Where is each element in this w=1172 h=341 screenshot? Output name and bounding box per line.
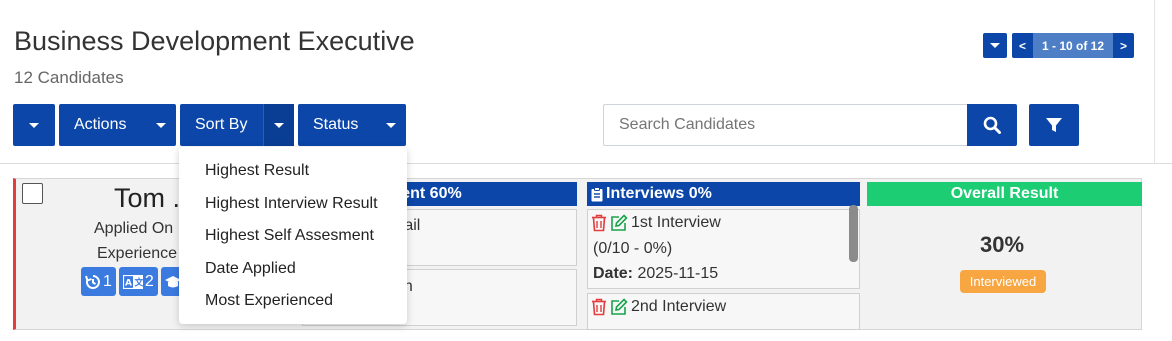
search-input[interactable] bbox=[603, 104, 967, 146]
overall-result-percent: 30% bbox=[980, 232, 1025, 257]
svg-text:A: A bbox=[125, 278, 132, 288]
language-badge[interactable]: A 文 2 bbox=[118, 267, 158, 296]
filter-button[interactable] bbox=[1029, 104, 1079, 146]
next-page-button[interactable]: > bbox=[1113, 33, 1134, 58]
interview-date-label: Date: bbox=[593, 265, 634, 282]
interviews-scrollbar[interactable] bbox=[849, 205, 858, 262]
caret-down-icon bbox=[990, 43, 1000, 48]
page-range-label: 1 - 10 of 12 bbox=[1033, 33, 1113, 58]
experience-label: Experience bbox=[97, 245, 178, 262]
interview-item: 1st Interview (0/10 - 0%) Date: 2025-11-… bbox=[587, 209, 860, 289]
history-icon bbox=[85, 274, 100, 289]
edit-icon[interactable] bbox=[610, 214, 628, 232]
sort-option-highest-self-assessment[interactable]: Highest Self Assesment bbox=[205, 227, 374, 245]
interview-score: (0/10 - 0%) bbox=[593, 240, 673, 257]
interviews-header: Interviews 0% bbox=[587, 182, 860, 206]
prev-page-button[interactable]: < bbox=[1012, 33, 1033, 58]
applied-on-label: Applied On : bbox=[94, 220, 183, 237]
scrollbar-track bbox=[1154, 0, 1155, 164]
status-badge: Interviewed bbox=[960, 270, 1046, 293]
toolbar: Actions Sort By Status bbox=[13, 104, 406, 146]
search-button[interactable] bbox=[967, 104, 1017, 146]
interview-name[interactable]: 1st Interview bbox=[631, 214, 721, 232]
caret-down-icon bbox=[156, 122, 166, 128]
caret-down-icon bbox=[274, 122, 284, 128]
candidate-badges: 1 A 文 2 bbox=[81, 267, 185, 296]
delete-icon[interactable] bbox=[591, 214, 607, 232]
candidate-name[interactable]: Tom . bbox=[114, 183, 180, 214]
candidate-count: 12 Candidates bbox=[14, 68, 124, 87]
interview-item: 2nd Interview bbox=[587, 293, 860, 330]
filter-icon bbox=[1046, 118, 1062, 132]
sort-option-date-applied[interactable]: Date Applied bbox=[205, 260, 296, 278]
svg-text:文: 文 bbox=[133, 276, 143, 288]
language-count: 2 bbox=[144, 272, 154, 290]
sort-option-highest-interview-result[interactable]: Highest Interview Result bbox=[205, 195, 378, 213]
sort-by-toggle[interactable] bbox=[263, 104, 294, 146]
interview-name[interactable]: 2nd Interview bbox=[631, 298, 726, 316]
actions-button[interactable]: Actions bbox=[59, 104, 176, 146]
sort-option-most-experienced[interactable]: Most Experienced bbox=[205, 292, 333, 310]
divider bbox=[0, 163, 1172, 164]
sort-by-menu: Highest Result Highest Interview Result … bbox=[179, 147, 407, 324]
caret-down-icon bbox=[386, 122, 396, 128]
history-badge[interactable]: 1 bbox=[81, 267, 116, 296]
pagination: < 1 - 10 of 12 > bbox=[983, 33, 1134, 58]
page-title: Business Development Executive bbox=[14, 26, 415, 56]
page-size-dropdown[interactable] bbox=[983, 33, 1007, 58]
interview-date-value: 2025-11-15 bbox=[637, 265, 719, 282]
sort-by-label: Sort By bbox=[195, 116, 248, 133]
sort-by-button[interactable]: Sort By bbox=[180, 104, 294, 146]
actions-label: Actions bbox=[74, 116, 127, 133]
language-icon: A 文 bbox=[122, 274, 143, 289]
status-label: Status bbox=[313, 116, 359, 133]
search-icon bbox=[983, 116, 1001, 134]
overall-result-header: Overall Result bbox=[867, 182, 1142, 206]
interviews-header-label: Interviews 0% bbox=[606, 185, 712, 202]
select-dropdown-button[interactable] bbox=[13, 104, 55, 146]
page-nav: < 1 - 10 of 12 > bbox=[1012, 33, 1134, 58]
edit-icon[interactable] bbox=[610, 298, 628, 316]
status-button[interactable]: Status bbox=[298, 104, 406, 146]
candidate-checkbox[interactable] bbox=[22, 183, 43, 204]
delete-icon[interactable] bbox=[591, 298, 607, 316]
history-count: 1 bbox=[103, 272, 112, 290]
sort-option-highest-result[interactable]: Highest Result bbox=[205, 162, 309, 180]
caret-down-icon bbox=[29, 122, 39, 128]
interview-date: Date: 2025-11-15 bbox=[593, 265, 718, 283]
clipboard-icon bbox=[591, 186, 603, 201]
